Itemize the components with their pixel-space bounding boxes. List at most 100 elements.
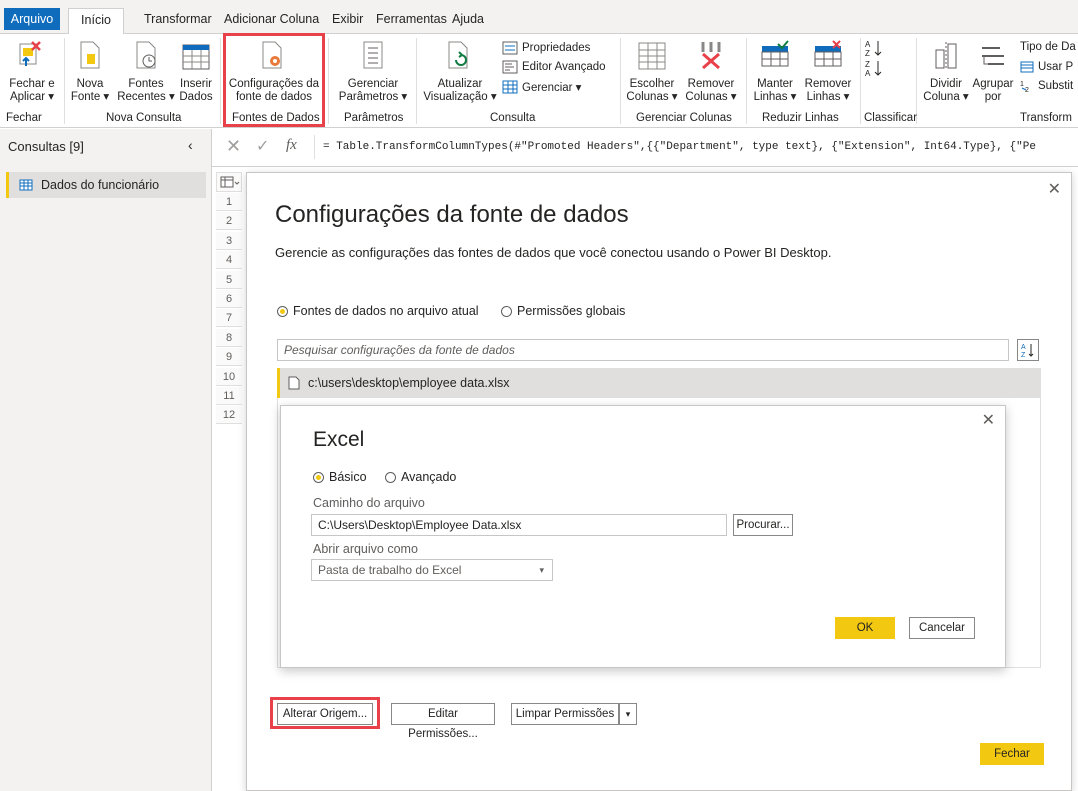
group-separator	[416, 38, 417, 124]
radio-global-permissions-label: Permissões globais	[517, 304, 626, 318]
search-input[interactable]: Pesquisar configurações da fonte de dado…	[277, 339, 1009, 361]
new-source-icon	[80, 41, 100, 69]
chevron-down-icon: ▾	[539, 565, 544, 575]
radio-current-file[interactable]: Fontes de dados no arquivo atual	[277, 304, 479, 318]
manage-label: Gerenciar ▾	[522, 82, 582, 94]
close-icon[interactable]: ✕	[1048, 179, 1061, 199]
data-source-list-item[interactable]: c:\users\desktop\employee data.xlsx	[277, 368, 1041, 398]
new-source-button[interactable]: Nova Fonte ▾	[66, 36, 114, 110]
excel-dialog: ✕ Excel Básico Avançado Caminho do arqui…	[280, 405, 1006, 668]
tab-exibir[interactable]: Exibir	[326, 8, 369, 32]
sort-descending-button[interactable]: Z A	[864, 58, 886, 80]
svg-text:1: 1	[1020, 81, 1024, 88]
table-icon	[182, 44, 210, 70]
refresh-preview-button[interactable]: Atualizar Visualização ▾	[420, 36, 500, 110]
svg-text:Z: Z	[865, 49, 870, 58]
path-input[interactable]: C:\Users\Desktop\Employee Data.xlsx	[311, 514, 727, 536]
close-button[interactable]: Fechar	[980, 743, 1044, 765]
advanced-editor-label: Editor Avançado	[522, 61, 606, 73]
path-label: Caminho do arquivo	[313, 496, 425, 510]
edit-permissions-button[interactable]: Editar Permissões...	[391, 703, 495, 740]
dialog-title: Configurações da fonte de dados	[275, 201, 629, 228]
close-apply-label-1: Fechar e	[9, 78, 55, 90]
group-by-label-1: Agrupar	[972, 78, 1014, 90]
confirm-formula-icon[interactable]: ✓	[256, 136, 269, 156]
properties-button[interactable]: Propriedades	[502, 41, 590, 55]
cancel-button[interactable]: Cancelar	[909, 617, 975, 639]
replace-values-button[interactable]: 12 Substit	[1020, 80, 1073, 92]
data-type-label: Tipo de Da	[1020, 41, 1076, 53]
clear-permissions-dropdown[interactable]: ▾	[619, 703, 637, 725]
manage-parameters-label-2: Parâmetros ▾	[338, 91, 408, 103]
radio-basic-label: Básico	[329, 470, 367, 484]
split-column-label-1: Dividir	[930, 78, 962, 90]
tab-ferramentas[interactable]: Ferramentas	[370, 8, 453, 32]
group-label-gerenciar-colunas: Gerenciar Colunas	[636, 112, 732, 124]
choose-columns-label-1: Escolher	[629, 78, 675, 90]
cancel-formula-icon[interactable]: ✕	[226, 136, 241, 157]
open-as-select[interactable]: Pasta de trabalho do Excel ▾	[311, 559, 553, 581]
keep-rows-button[interactable]: Manter Linhas ▾	[750, 36, 800, 110]
row-number: 8	[216, 328, 242, 347]
choose-columns-label-2: Colunas ▾	[626, 91, 678, 103]
group-label-classificar: Classificar	[864, 112, 918, 124]
new-source-label-1: Nova	[76, 78, 104, 90]
refresh-preview-label-2: Visualização ▾	[423, 91, 497, 103]
tab-ajuda[interactable]: Ajuda	[446, 8, 490, 32]
keep-rows-label-2: Linhas ▾	[753, 91, 797, 103]
tab-transformar[interactable]: Transformar	[138, 8, 218, 32]
advanced-editor-button[interactable]: Editor Avançado	[502, 60, 606, 74]
close-icon[interactable]: ✕	[982, 410, 995, 430]
query-item[interactable]: Dados do funcionário	[6, 172, 206, 198]
row-number: 3	[216, 231, 242, 250]
tab-inicio[interactable]: Início	[68, 8, 124, 34]
query-item-label: Dados do funcionário	[41, 178, 160, 192]
ok-button[interactable]: OK	[835, 617, 895, 639]
keep-rows-icon	[761, 40, 789, 67]
row-number: 1	[216, 193, 242, 211]
group-by-icon	[982, 47, 1004, 65]
refresh-preview-label-1: Atualizar	[437, 78, 483, 90]
group-separator	[860, 38, 861, 124]
choose-columns-button[interactable]: Escolher Colunas ▾	[624, 36, 680, 110]
split-column-button[interactable]: Dividir Coluna ▾	[920, 36, 972, 110]
manage-button[interactable]: Gerenciar ▾	[502, 80, 581, 94]
remove-rows-icon	[814, 40, 842, 67]
group-separator	[620, 38, 621, 124]
tab-adicionar-coluna[interactable]: Adicionar Coluna	[218, 8, 325, 32]
row-number: 4	[216, 251, 242, 270]
formula-input[interactable]: = Table.TransformColumnTypes(#"Promoted …	[314, 135, 1078, 159]
remove-rows-button[interactable]: Remover Linhas ▾	[800, 36, 856, 110]
remove-rows-label-2: Linhas ▾	[806, 91, 850, 103]
queries-pane: Consultas [9] ‹ Dados do funcionário	[0, 129, 212, 791]
split-column-label-2: Coluna ▾	[923, 91, 969, 103]
sort-icon: A Z	[1021, 344, 1034, 359]
radio-advanced[interactable]: Avançado	[385, 470, 456, 484]
replace-icon: 12	[1020, 81, 1029, 92]
radio-basic[interactable]: Básico	[313, 470, 367, 484]
group-separator	[64, 38, 65, 124]
clear-permissions-button[interactable]: Limpar Permissões	[511, 703, 619, 725]
table-menu-button[interactable]	[216, 172, 242, 192]
close-apply-button[interactable]: Fechar e Aplicar ▾	[2, 36, 62, 110]
formula-bar: ✕ ✓ fx = Table.TransformColumnTypes(#"Pr…	[212, 129, 1078, 167]
group-label-reduzir-linhas: Reduzir Linhas	[762, 112, 839, 124]
radio-global-permissions[interactable]: Permissões globais	[501, 304, 625, 318]
open-as-label: Abrir arquivo como	[313, 542, 418, 556]
browse-button[interactable]: Procurar...	[733, 514, 793, 536]
group-by-button[interactable]: Agrupar por	[972, 36, 1014, 110]
sort-button[interactable]: A Z	[1017, 339, 1039, 361]
collapse-pane-icon[interactable]: ‹	[188, 137, 193, 153]
use-first-row-button[interactable]: Usar P	[1020, 61, 1073, 73]
remove-columns-button[interactable]: Remover Colunas ▾	[682, 36, 740, 110]
tab-arquivo[interactable]: Arquivo	[4, 8, 60, 30]
data-type-button[interactable]: Tipo de Da	[1020, 41, 1076, 53]
radio-basic-indicator	[313, 471, 324, 483]
recent-sources-button[interactable]: Fontes Recentes ▾	[116, 36, 176, 110]
use-first-row-icon	[1020, 61, 1034, 73]
enter-data-button[interactable]: Inserir Dados	[176, 36, 216, 110]
svg-text:A: A	[1021, 344, 1026, 351]
svg-text:A: A	[865, 40, 871, 49]
manage-parameters-button[interactable]: Gerenciar Parâmetros ▾	[334, 36, 412, 110]
radio-current-file-label: Fontes de dados no arquivo atual	[293, 304, 479, 318]
